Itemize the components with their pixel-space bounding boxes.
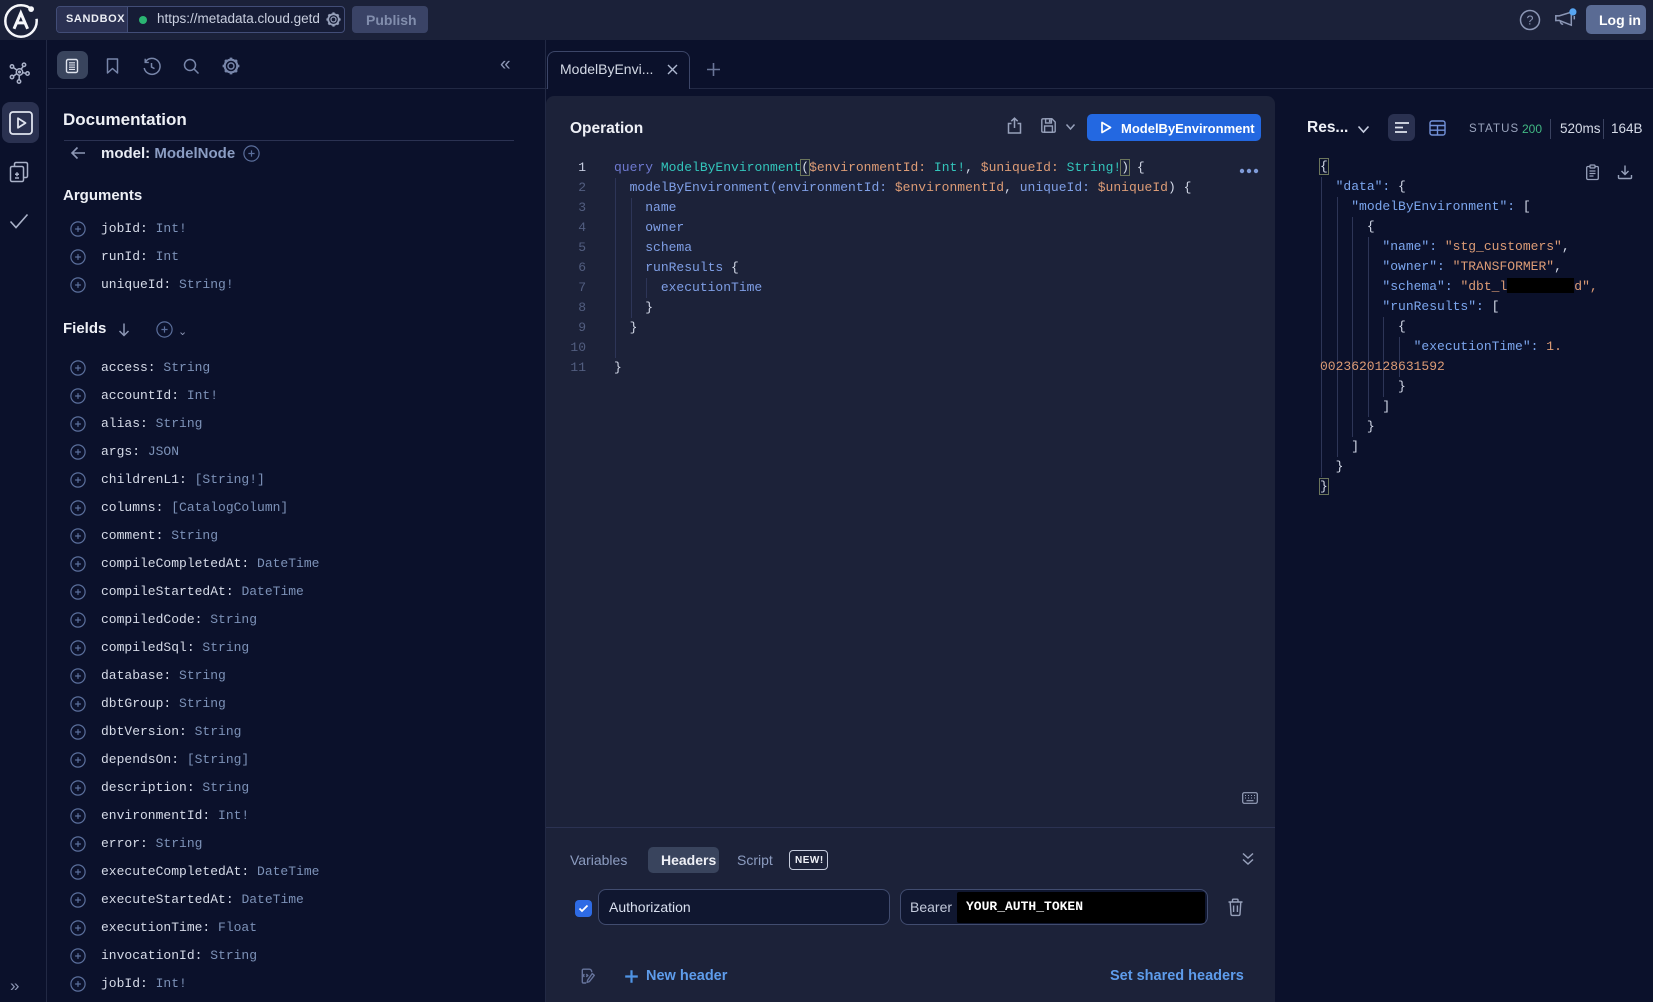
svg-text:?: ? — [1527, 14, 1534, 28]
